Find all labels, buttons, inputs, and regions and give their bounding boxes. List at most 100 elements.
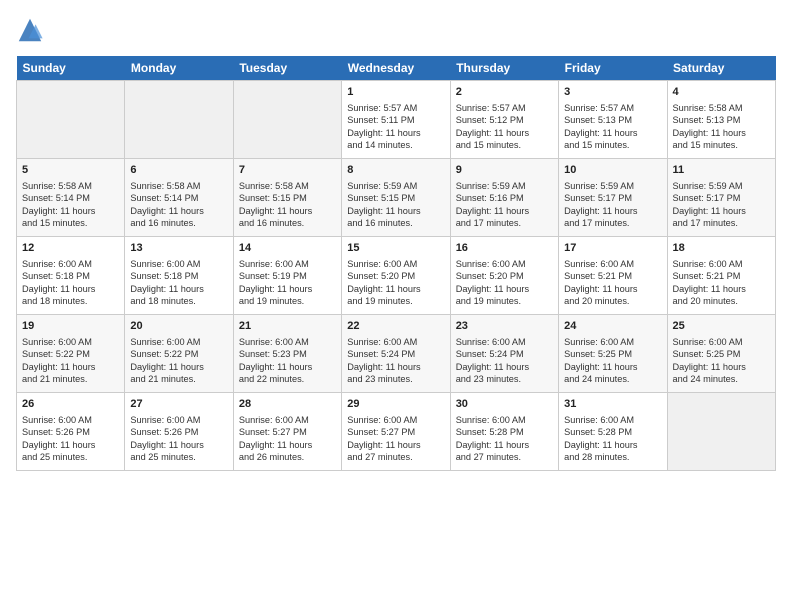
day-number: 13: [130, 241, 227, 256]
day-info: Sunrise: 6:00 AM Sunset: 5:26 PM Dayligh…: [130, 414, 227, 464]
day-number: 16: [456, 241, 553, 256]
day-number: 21: [239, 319, 336, 334]
weekday-header-wednesday: Wednesday: [342, 56, 450, 81]
day-info: Sunrise: 6:00 AM Sunset: 5:24 PM Dayligh…: [347, 336, 444, 386]
calendar-cell: 24 Sunrise: 6:00 AM Sunset: 5:25 PM Dayli…: [559, 315, 667, 393]
day-number: 26: [22, 397, 119, 412]
day-number: 20: [130, 319, 227, 334]
day-number: 2: [456, 85, 553, 100]
day-info: Sunrise: 5:58 AM Sunset: 5:13 PM Dayligh…: [673, 102, 770, 152]
day-number: 12: [22, 241, 119, 256]
calendar-cell: 6 Sunrise: 5:58 AM Sunset: 5:14 PM Daylig…: [125, 159, 233, 237]
day-info: Sunrise: 6:00 AM Sunset: 5:22 PM Dayligh…: [22, 336, 119, 386]
day-number: 1: [347, 85, 444, 100]
day-info: Sunrise: 5:57 AM Sunset: 5:11 PM Dayligh…: [347, 102, 444, 152]
day-info: Sunrise: 6:00 AM Sunset: 5:18 PM Dayligh…: [22, 258, 119, 308]
day-number: 31: [564, 397, 661, 412]
logo-icon: [16, 16, 44, 44]
day-number: 4: [673, 85, 770, 100]
day-number: 6: [130, 163, 227, 178]
calendar-cell: 13 Sunrise: 6:00 AM Sunset: 5:18 PM Dayli…: [125, 237, 233, 315]
calendar-cell: 16 Sunrise: 6:00 AM Sunset: 5:20 PM Dayli…: [450, 237, 558, 315]
week-row-3: 12 Sunrise: 6:00 AM Sunset: 5:18 PM Dayli…: [17, 237, 776, 315]
day-info: Sunrise: 6:00 AM Sunset: 5:20 PM Dayligh…: [456, 258, 553, 308]
calendar-cell: [667, 393, 775, 471]
day-number: 22: [347, 319, 444, 334]
calendar-cell: 30Sunrise: 6:00 AM Sunset: 5:28 PM Dayli…: [450, 393, 558, 471]
calendar-cell: 20 Sunrise: 6:00 AM Sunset: 5:22 PM Dayli…: [125, 315, 233, 393]
calendar-cell: 10Sunrise: 5:59 AM Sunset: 5:17 PM Dayli…: [559, 159, 667, 237]
logo: [16, 16, 48, 44]
weekday-header-saturday: Saturday: [667, 56, 775, 81]
day-info: Sunrise: 6:00 AM Sunset: 5:28 PM Dayligh…: [564, 414, 661, 464]
day-number: 17: [564, 241, 661, 256]
calendar-cell: 17 Sunrise: 6:00 AM Sunset: 5:21 PM Dayli…: [559, 237, 667, 315]
weekday-header-monday: Monday: [125, 56, 233, 81]
calendar-cell: 3 Sunrise: 5:57 AM Sunset: 5:13 PM Daylig…: [559, 81, 667, 159]
week-row-4: 19 Sunrise: 6:00 AM Sunset: 5:22 PM Dayli…: [17, 315, 776, 393]
day-info: Sunrise: 6:00 AM Sunset: 5:23 PM Dayligh…: [239, 336, 336, 386]
day-number: 27: [130, 397, 227, 412]
calendar-cell: 5Sunrise: 5:58 AM Sunset: 5:14 PM Daylig…: [17, 159, 125, 237]
calendar-cell: [233, 81, 341, 159]
calendar-cell: 23 Sunrise: 6:00 AM Sunset: 5:24 PM Dayli…: [450, 315, 558, 393]
calendar-cell: 4 Sunrise: 5:58 AM Sunset: 5:13 PM Daylig…: [667, 81, 775, 159]
day-info: Sunrise: 6:00 AM Sunset: 5:28 PM Dayligh…: [456, 414, 553, 464]
day-number: 25: [673, 319, 770, 334]
day-info: Sunrise: 6:00 AM Sunset: 5:25 PM Dayligh…: [673, 336, 770, 386]
day-number: 11: [673, 163, 770, 178]
day-info: Sunrise: 5:59 AM Sunset: 5:17 PM Dayligh…: [564, 180, 661, 230]
calendar-cell: 19 Sunrise: 6:00 AM Sunset: 5:22 PM Dayli…: [17, 315, 125, 393]
calendar-cell: 7Sunrise: 5:58 AM Sunset: 5:15 PM Daylig…: [233, 159, 341, 237]
day-number: 3: [564, 85, 661, 100]
week-row-1: 1 Sunrise: 5:57 AM Sunset: 5:11 PM Daylig…: [17, 81, 776, 159]
week-row-2: 5Sunrise: 5:58 AM Sunset: 5:14 PM Daylig…: [17, 159, 776, 237]
day-number: 18: [673, 241, 770, 256]
day-number: 15: [347, 241, 444, 256]
week-row-5: 26 Sunrise: 6:00 AM Sunset: 5:26 PM Dayli…: [17, 393, 776, 471]
calendar-cell: 18 Sunrise: 6:00 AM Sunset: 5:21 PM Dayli…: [667, 237, 775, 315]
day-info: Sunrise: 5:58 AM Sunset: 5:14 PM Dayligh…: [22, 180, 119, 230]
weekday-header-friday: Friday: [559, 56, 667, 81]
weekday-header-thursday: Thursday: [450, 56, 558, 81]
calendar-cell: 25 Sunrise: 6:00 AM Sunset: 5:25 PM Dayli…: [667, 315, 775, 393]
calendar-cell: 27 Sunrise: 6:00 AM Sunset: 5:26 PM Dayli…: [125, 393, 233, 471]
day-info: Sunrise: 5:58 AM Sunset: 5:14 PM Dayligh…: [130, 180, 227, 230]
day-number: 19: [22, 319, 119, 334]
day-info: Sunrise: 6:00 AM Sunset: 5:19 PM Dayligh…: [239, 258, 336, 308]
day-info: Sunrise: 6:00 AM Sunset: 5:25 PM Dayligh…: [564, 336, 661, 386]
day-info: Sunrise: 5:58 AM Sunset: 5:15 PM Dayligh…: [239, 180, 336, 230]
day-info: Sunrise: 6:00 AM Sunset: 5:18 PM Dayligh…: [130, 258, 227, 308]
page-container: SundayMondayTuesdayWednesdayThursdayFrid…: [0, 0, 792, 479]
day-number: 23: [456, 319, 553, 334]
calendar-cell: 1 Sunrise: 5:57 AM Sunset: 5:11 PM Daylig…: [342, 81, 450, 159]
calendar-cell: 26 Sunrise: 6:00 AM Sunset: 5:26 PM Dayli…: [17, 393, 125, 471]
calendar-cell: [125, 81, 233, 159]
day-info: Sunrise: 5:59 AM Sunset: 5:15 PM Dayligh…: [347, 180, 444, 230]
calendar-cell: 29 Sunrise: 6:00 AM Sunset: 5:27 PM Dayli…: [342, 393, 450, 471]
calendar-cell: 15 Sunrise: 6:00 AM Sunset: 5:20 PM Dayli…: [342, 237, 450, 315]
weekday-header-sunday: Sunday: [17, 56, 125, 81]
calendar-cell: 2Sunrise: 5:57 AM Sunset: 5:12 PM Daylig…: [450, 81, 558, 159]
day-info: Sunrise: 5:59 AM Sunset: 5:16 PM Dayligh…: [456, 180, 553, 230]
calendar-cell: [17, 81, 125, 159]
day-info: Sunrise: 6:00 AM Sunset: 5:27 PM Dayligh…: [347, 414, 444, 464]
day-info: Sunrise: 6:00 AM Sunset: 5:20 PM Dayligh…: [347, 258, 444, 308]
day-info: Sunrise: 5:57 AM Sunset: 5:13 PM Dayligh…: [564, 102, 661, 152]
calendar-cell: 8Sunrise: 5:59 AM Sunset: 5:15 PM Daylig…: [342, 159, 450, 237]
day-info: Sunrise: 6:00 AM Sunset: 5:22 PM Dayligh…: [130, 336, 227, 386]
day-number: 24: [564, 319, 661, 334]
calendar-cell: 31 Sunrise: 6:00 AM Sunset: 5:28 PM Dayli…: [559, 393, 667, 471]
day-info: Sunrise: 6:00 AM Sunset: 5:27 PM Dayligh…: [239, 414, 336, 464]
calendar-cell: 11 Sunrise: 5:59 AM Sunset: 5:17 PM Dayli…: [667, 159, 775, 237]
day-info: Sunrise: 6:00 AM Sunset: 5:26 PM Dayligh…: [22, 414, 119, 464]
day-info: Sunrise: 6:00 AM Sunset: 5:24 PM Dayligh…: [456, 336, 553, 386]
calendar-cell: 12 Sunrise: 6:00 AM Sunset: 5:18 PM Dayli…: [17, 237, 125, 315]
page-header: [16, 16, 776, 44]
weekday-header-tuesday: Tuesday: [233, 56, 341, 81]
day-number: 9: [456, 163, 553, 178]
day-info: Sunrise: 5:59 AM Sunset: 5:17 PM Dayligh…: [673, 180, 770, 230]
day-info: Sunrise: 6:00 AM Sunset: 5:21 PM Dayligh…: [564, 258, 661, 308]
day-info: Sunrise: 6:00 AM Sunset: 5:21 PM Dayligh…: [673, 258, 770, 308]
day-number: 29: [347, 397, 444, 412]
